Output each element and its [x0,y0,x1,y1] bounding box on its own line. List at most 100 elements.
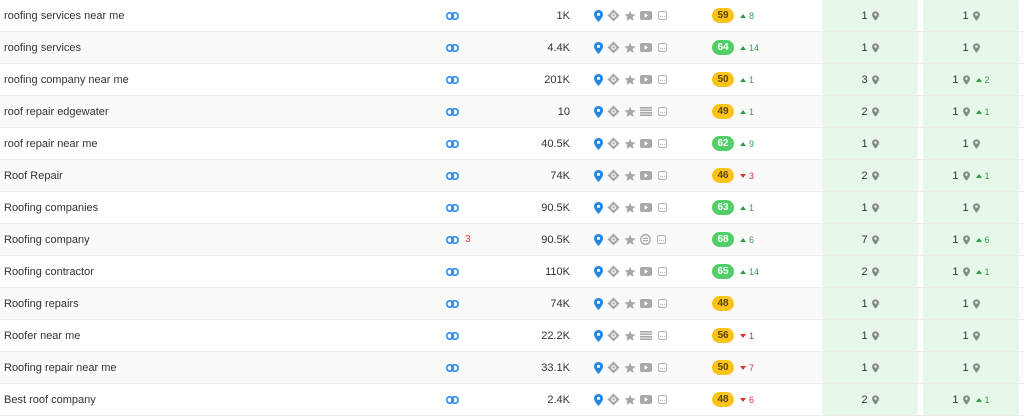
keyword-cell[interactable]: Roofing repair near me [4,352,434,383]
map-pin-icon[interactable] [594,233,603,246]
star-icon[interactable] [624,330,636,342]
keyword-cell[interactable]: roofing services [4,32,434,63]
star-icon[interactable] [624,266,636,278]
link-icon[interactable] [446,299,459,308]
more-icon[interactable]: … [658,363,667,372]
map-pin-icon[interactable] [594,169,603,182]
local-pack-icon[interactable] [607,169,620,182]
more-icon[interactable]: … [658,171,667,180]
link-icon[interactable] [446,43,459,52]
position-cell-1[interactable]: 2 [822,96,918,127]
video-icon[interactable] [640,267,652,276]
position-cell-1[interactable]: 1 [822,32,918,63]
url-cell[interactable] [446,32,506,63]
position-cell-1[interactable]: 7 [822,224,918,255]
video-icon[interactable] [640,299,652,308]
local-pack-icon[interactable] [607,73,620,86]
url-cell[interactable] [446,288,506,319]
position-cell-1[interactable]: 2 [822,256,918,287]
position-cell-1[interactable]: 1 [822,352,918,383]
table-row[interactable]: Roofer near me 22.2K … 56 1 1 1 [0,320,1024,352]
table-row[interactable]: roofing company near me 201K … 50 1 3 1 … [0,64,1024,96]
position-cell-1[interactable]: 1 [822,0,918,31]
table-row[interactable]: roof repair edgewater 10 … 49 1 2 1 1 [0,96,1024,128]
table-row[interactable]: roofing services near me 1K … 59 8 1 1 [0,0,1024,32]
position-cell-2[interactable]: 1 [923,192,1019,223]
more-icon[interactable]: … [658,203,667,212]
map-pin-icon[interactable] [594,329,603,342]
position-cell-2[interactable]: 1 [923,288,1019,319]
list-icon[interactable] [640,331,652,340]
url-cell[interactable] [446,128,506,159]
keyword-cell[interactable]: Roofing repairs [4,288,434,319]
url-cell[interactable] [446,96,506,127]
table-row[interactable]: Best roof company 2.4K … 48 6 2 1 1 [0,384,1024,416]
star-icon[interactable] [624,362,636,374]
url-cell[interactable] [446,256,506,287]
table-row[interactable]: Roofing company 3 90.5K … 68 6 7 1 6 [0,224,1024,256]
url-cell[interactable] [446,352,506,383]
video-icon[interactable] [640,395,652,404]
star-icon[interactable] [624,138,636,150]
local-pack-icon[interactable] [607,201,620,214]
map-pin-icon[interactable] [594,393,603,406]
more-icon[interactable]: … [658,139,667,148]
link-icon[interactable] [446,395,459,404]
position-cell-2[interactable]: 1 1 [923,160,1019,191]
link-icon[interactable] [446,11,459,20]
local-pack-icon[interactable] [607,233,620,246]
map-pin-icon[interactable] [594,297,603,310]
url-cell[interactable] [446,384,506,415]
local-pack-icon[interactable] [607,361,620,374]
position-cell-2[interactable]: 1 [923,0,1019,31]
position-cell-2[interactable]: 1 [923,320,1019,351]
more-icon[interactable]: … [658,395,667,404]
video-icon[interactable] [640,139,652,148]
more-icon[interactable]: … [658,11,667,20]
map-pin-icon[interactable] [594,41,603,54]
link-icon[interactable] [446,331,459,340]
local-pack-icon[interactable] [607,393,620,406]
table-row[interactable]: Roofing repairs 74K … 48 1 1 [0,288,1024,320]
map-pin-icon[interactable] [594,137,603,150]
table-row[interactable]: Roof Repair 74K … 46 3 2 1 1 [0,160,1024,192]
position-cell-2[interactable]: 1 [923,32,1019,63]
map-pin-icon[interactable] [594,73,603,86]
position-cell-1[interactable]: 2 [822,384,918,415]
image-icon[interactable] [640,234,651,245]
star-icon[interactable] [624,234,636,246]
keyword-cell[interactable]: roof repair edgewater [4,96,434,127]
link-icon[interactable] [446,203,459,212]
local-pack-icon[interactable] [607,105,620,118]
keyword-cell[interactable]: Roofing companies [4,192,434,223]
position-cell-2[interactable]: 1 2 [923,64,1019,95]
more-icon[interactable]: … [657,235,666,244]
star-icon[interactable] [624,202,636,214]
position-cell-2[interactable]: 1 1 [923,384,1019,415]
table-row[interactable]: Roofing contractor 110K … 65 14 2 1 1 [0,256,1024,288]
more-icon[interactable]: … [658,299,667,308]
table-row[interactable]: roof repair near me 40.5K … 62 9 1 1 [0,128,1024,160]
link-icon[interactable] [446,171,459,180]
keyword-cell[interactable]: roofing company near me [4,64,434,95]
position-cell-2[interactable]: 1 1 [923,256,1019,287]
map-pin-icon[interactable] [594,105,603,118]
position-cell-1[interactable]: 3 [822,64,918,95]
map-pin-icon[interactable] [594,9,603,22]
video-icon[interactable] [640,171,652,180]
link-icon[interactable] [446,267,459,276]
keyword-cell[interactable]: roofing services near me [4,0,434,31]
url-cell[interactable] [446,0,506,31]
star-icon[interactable] [624,106,636,118]
more-icon[interactable]: … [658,267,667,276]
more-icon[interactable]: … [658,75,667,84]
link-icon[interactable] [446,75,459,84]
local-pack-icon[interactable] [607,329,620,342]
local-pack-icon[interactable] [607,9,620,22]
star-icon[interactable] [624,298,636,310]
more-icon[interactable]: … [658,43,667,52]
position-cell-1[interactable]: 2 [822,160,918,191]
video-icon[interactable] [640,363,652,372]
more-icon[interactable]: … [658,107,667,116]
star-icon[interactable] [624,74,636,86]
